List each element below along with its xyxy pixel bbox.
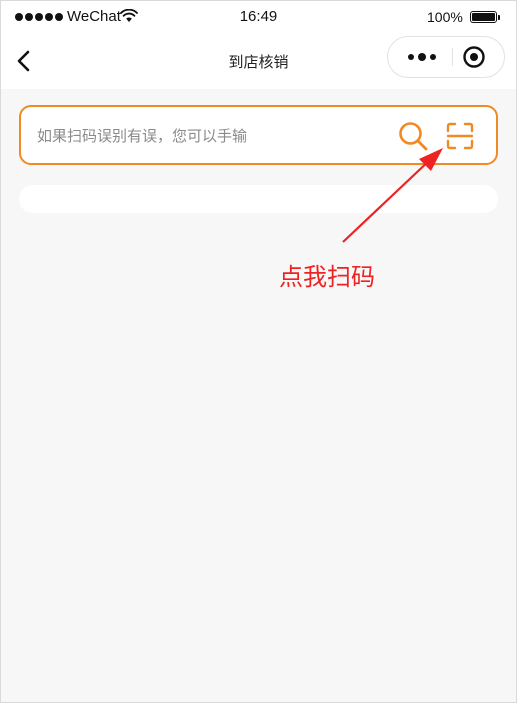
target-circle-icon[interactable] bbox=[462, 45, 486, 69]
search-box bbox=[19, 105, 498, 165]
nav-bar: 到店核销 bbox=[1, 35, 516, 89]
capsule-divider bbox=[452, 48, 453, 66]
result-list bbox=[19, 185, 498, 213]
scan-icon[interactable] bbox=[445, 121, 475, 151]
battery-tip bbox=[498, 15, 500, 20]
mini-program-capsule bbox=[387, 36, 505, 78]
search-input[interactable] bbox=[35, 121, 379, 151]
more-dots-icon[interactable] bbox=[398, 37, 446, 77]
battery-icon bbox=[470, 11, 497, 23]
search-icon[interactable] bbox=[397, 120, 429, 152]
status-bar: WeChat 16:49 100% bbox=[1, 1, 516, 35]
battery-percent: 100% bbox=[427, 9, 463, 25]
phone-screen: WeChat 16:49 100% 到店核销 如果扫码误别有误，您可以手输 点我… bbox=[0, 0, 517, 703]
annotation-label: 点我扫码 bbox=[279, 263, 375, 291]
